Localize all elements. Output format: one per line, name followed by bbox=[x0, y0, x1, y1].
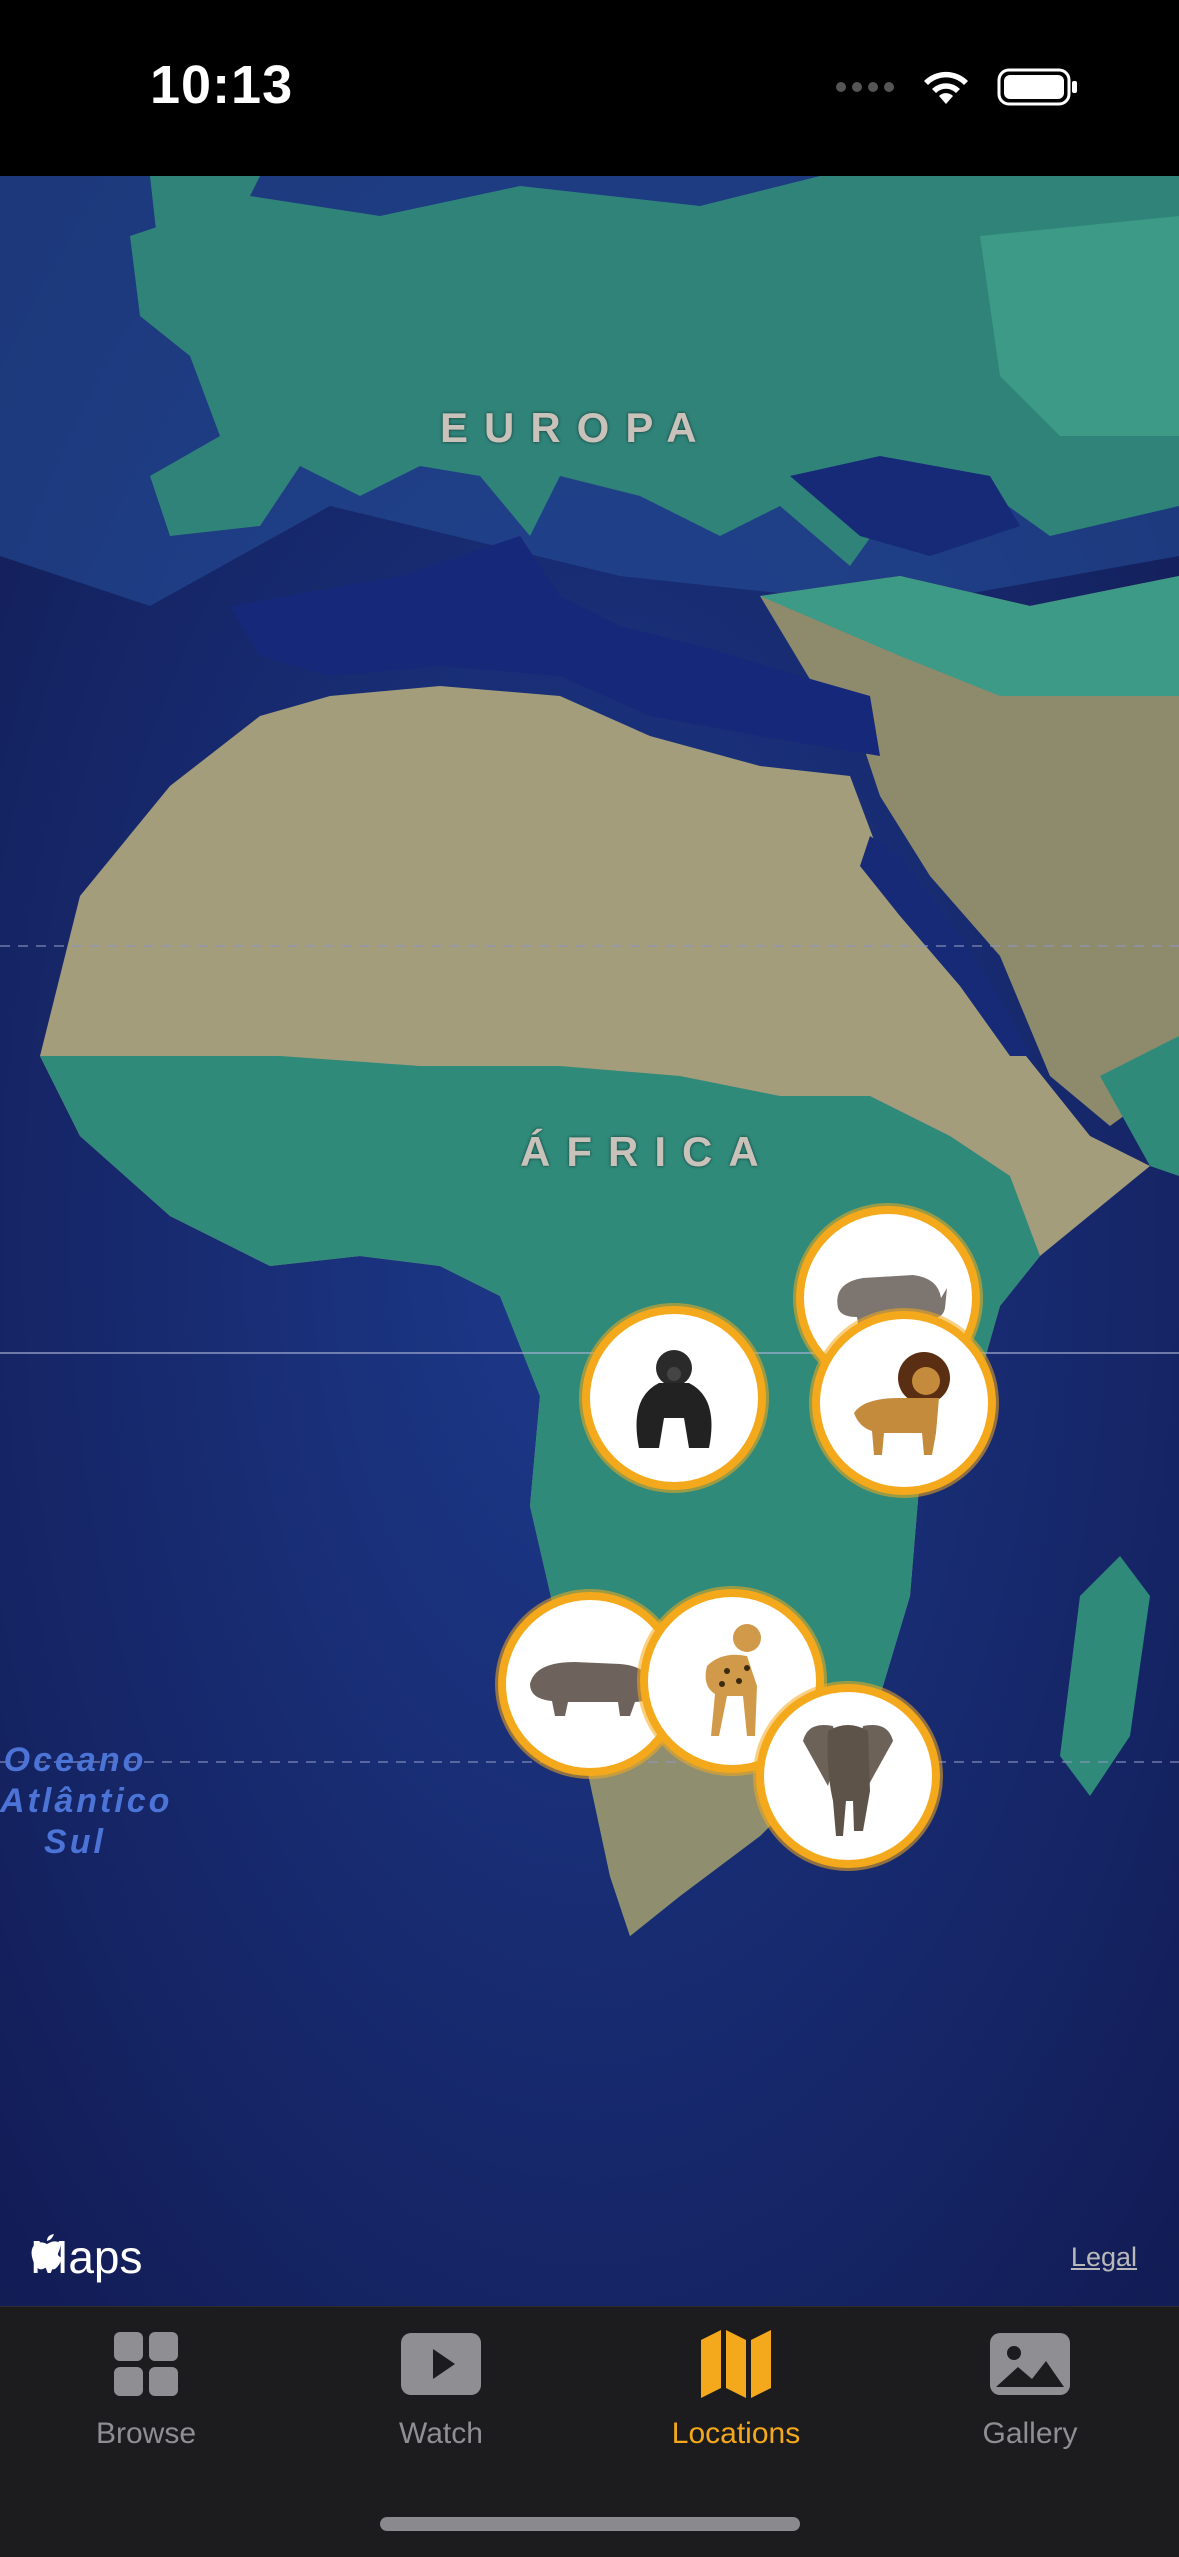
tab-label: Browse bbox=[95, 2417, 197, 2450]
gorilla-marker[interactable] bbox=[582, 1306, 766, 1490]
elephant-icon bbox=[803, 1725, 893, 1836]
tab-bar: Browse Watch Locations Gallery bbox=[0, 2306, 1179, 2557]
tab-watch[interactable]: Watch bbox=[331, 2327, 551, 2467]
battery-icon bbox=[997, 68, 1077, 106]
region-label-africa: ÁFRICA bbox=[520, 1128, 775, 1175]
map-terrain bbox=[0, 176, 1179, 2306]
legal-link[interactable]: Legal bbox=[1071, 2242, 1137, 2273]
grid-icon bbox=[112, 2327, 180, 2401]
status-bar: 10:13 bbox=[0, 0, 1179, 176]
tab-browse[interactable]: Browse bbox=[36, 2327, 256, 2467]
tab-label: Locations bbox=[671, 2417, 801, 2450]
apple-logo-icon bbox=[31, 2234, 62, 2270]
tab-gallery[interactable]: Gallery bbox=[920, 2327, 1140, 2467]
hippo-icon bbox=[530, 1662, 652, 1716]
clock: 10:13 bbox=[150, 55, 294, 115]
lion-icon bbox=[854, 1352, 950, 1455]
wifi-icon bbox=[924, 71, 968, 104]
maps-attribution: Maps bbox=[30, 2230, 142, 2284]
map-icon bbox=[699, 2327, 773, 2401]
play-icon bbox=[399, 2327, 483, 2401]
home-indicator[interactable] bbox=[380, 2517, 800, 2531]
status-icons bbox=[835, 62, 1079, 112]
region-label-europe: EUROPA bbox=[440, 404, 713, 451]
tab-label: Gallery bbox=[982, 2417, 1078, 2450]
lion-marker[interactable] bbox=[812, 1311, 996, 1495]
ocean-label: Oceano Atlântico Sul bbox=[0, 1741, 173, 1861]
elephant-marker[interactable] bbox=[756, 1684, 940, 1868]
tab-label: Watch bbox=[399, 2417, 483, 2450]
tab-locations[interactable]: Locations bbox=[626, 2327, 846, 2467]
map-view[interactable]: EUROPA ÁFRICA Oceano Atlântico Sul Maps … bbox=[0, 176, 1179, 2306]
photo-icon bbox=[988, 2327, 1072, 2401]
gorilla-icon bbox=[636, 1350, 712, 1448]
cellular-signal-icon bbox=[836, 82, 894, 92]
